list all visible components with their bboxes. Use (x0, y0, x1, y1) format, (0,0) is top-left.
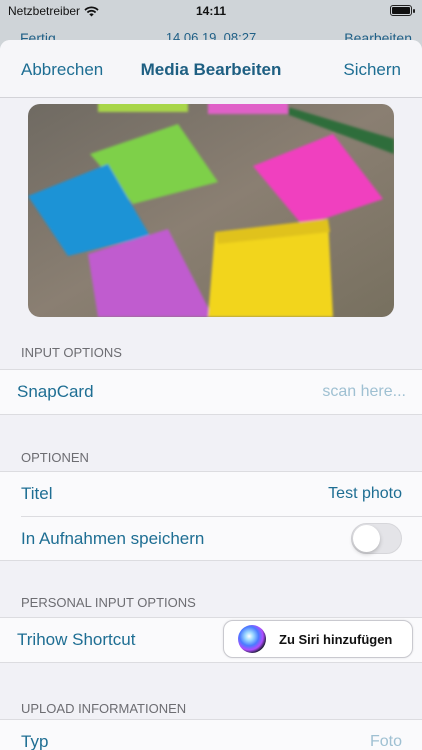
type-value: Foto (369, 733, 402, 750)
optionen-group: Titel Test photo In Aufnahmen speichern (0, 471, 422, 561)
battery-fill (392, 7, 410, 14)
navigation-bar: Abbrechen Media Bearbeiten Sichern (0, 40, 422, 98)
add-to-siri-label: Zu Siri hinzufügen (279, 631, 393, 647)
status-bar: Netzbetreiber 14:11 (0, 0, 422, 24)
input-options-group: SnapCard (0, 369, 422, 415)
snapcard-row: SnapCard (0, 370, 422, 414)
section-header-input-options: INPUT OPTIONS (21, 345, 122, 360)
snapcard-input[interactable] (206, 383, 406, 401)
title-label: Titel (21, 484, 53, 503)
siri-icon (238, 625, 266, 653)
add-to-siri-button[interactable]: Zu Siri hinzufügen (223, 620, 413, 658)
type-label: Typ (21, 732, 49, 750)
save-to-photos-row: In Aufnahmen speichern (21, 516, 422, 560)
screen: Netzbetreiber 14:11 Fertig 14.06.19, 08:… (0, 0, 422, 750)
title-value[interactable]: Test photo (328, 485, 402, 503)
section-header-personal-input-options: PERSONAL INPUT OPTIONS (21, 595, 196, 610)
battery-icon (390, 5, 415, 16)
toggle-knob (353, 525, 380, 552)
media-photo[interactable] (28, 104, 394, 317)
type-row: Typ Foto (0, 720, 422, 750)
trihow-shortcut-row: Trihow Shortcut Zu Siri hinzufügen (0, 618, 422, 662)
section-header-upload-informationen: UPLOAD INFORMATIONEN (21, 701, 187, 716)
save-to-photos-label: In Aufnahmen speichern (21, 528, 205, 548)
trihow-shortcut-label: Trihow Shortcut (17, 630, 136, 649)
cancel-button[interactable]: Abbrechen (21, 60, 103, 80)
upload-informationen-group: Typ Foto (0, 719, 422, 750)
section-header-optionen: OPTIONEN (21, 450, 89, 465)
edit-media-sheet: Abbrechen Media Bearbeiten Sichern INPUT… (0, 40, 422, 750)
status-time: 14:11 (195, 4, 227, 18)
save-button[interactable]: Sichern (343, 60, 401, 80)
photo-container (0, 98, 422, 325)
title-row[interactable]: Titel Test photo (0, 472, 422, 516)
snapcard-label: SnapCard (17, 382, 94, 401)
personal-input-options-group: Trihow Shortcut Zu Siri hinzufügen (0, 617, 422, 663)
save-to-photos-toggle[interactable] (351, 523, 402, 554)
